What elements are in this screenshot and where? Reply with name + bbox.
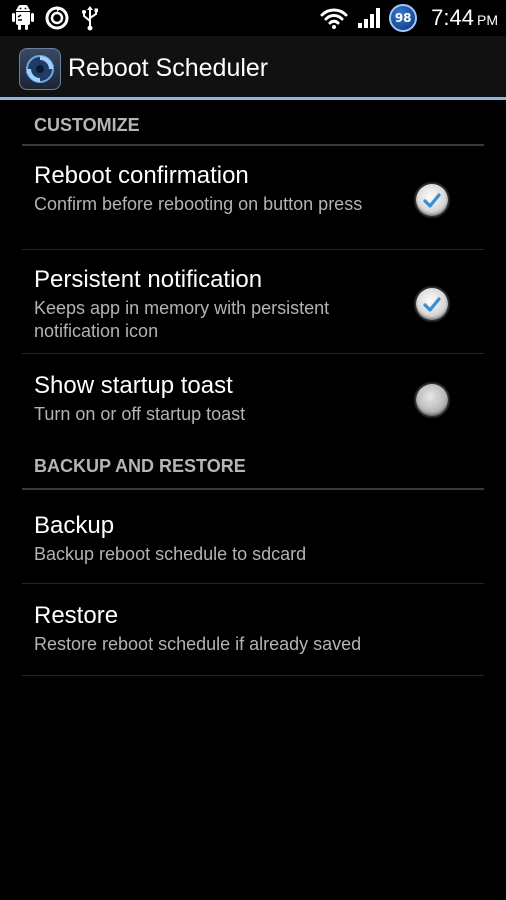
pref-summary: Backup reboot schedule to sdcard <box>34 544 307 564</box>
sync-icon <box>44 5 70 31</box>
show-startup-toast-checkbox[interactable] <box>416 384 448 416</box>
checkmark-icon <box>423 193 441 208</box>
reboot-scheduler-app-icon[interactable] <box>19 48 61 90</box>
pref-title: Reboot confirmation <box>34 162 249 189</box>
pref-summary: Turn on or off startup toast <box>34 404 246 424</box>
section-header-backup-restore: BACKUP AND RESTORE <box>22 444 484 490</box>
pref-title: Backup <box>34 512 115 539</box>
wifi-icon <box>319 6 349 30</box>
pref-summary: Confirm before rebooting on button press <box>34 194 363 214</box>
checkmark-empty-icon <box>423 393 441 408</box>
pref-title: Restore <box>34 602 119 629</box>
pref-persistent-notification[interactable]: Persistent notification Keeps app in mem… <box>22 250 484 354</box>
pref-backup[interactable]: Backup Backup reboot schedule to sdcard <box>22 490 484 584</box>
persistent-notification-checkbox[interactable] <box>416 288 448 320</box>
status-clock: 7:44 PM <box>431 5 498 31</box>
status-bar-notifications <box>12 4 100 32</box>
pref-show-startup-toast[interactable]: Show startup toast Turn on or off startu… <box>22 354 484 444</box>
action-bar: Reboot Scheduler <box>0 36 506 100</box>
section-header-customize: CUSTOMIZE <box>22 100 484 146</box>
status-bar: 98 7:44 PM <box>0 0 506 36</box>
signal-icon <box>357 7 381 29</box>
app-title: Reboot Scheduler <box>68 54 269 82</box>
clock-time: 7:44 <box>431 5 474 30</box>
reboot-confirmation-checkbox[interactable] <box>416 184 448 216</box>
usb-icon <box>80 5 100 31</box>
battery-indicator: 98 <box>389 4 418 32</box>
clock-ampm: PM <box>477 12 498 28</box>
pref-reboot-confirmation[interactable]: Reboot confirmation Confirm before reboo… <box>22 146 484 250</box>
pref-summary: Restore reboot schedule if already saved <box>34 634 362 654</box>
pref-summary: Keeps app in memory with persistent noti… <box>34 298 330 341</box>
status-bar-system: 98 7:44 PM <box>319 2 498 34</box>
checkmark-icon <box>423 297 441 312</box>
android-debug-icon <box>12 5 34 31</box>
preferences-list: CUSTOMIZE Reboot confirmation Confirm be… <box>22 100 484 676</box>
pref-title: Persistent notification <box>34 266 263 293</box>
pref-restore[interactable]: Restore Restore reboot schedule if alrea… <box>22 584 484 676</box>
